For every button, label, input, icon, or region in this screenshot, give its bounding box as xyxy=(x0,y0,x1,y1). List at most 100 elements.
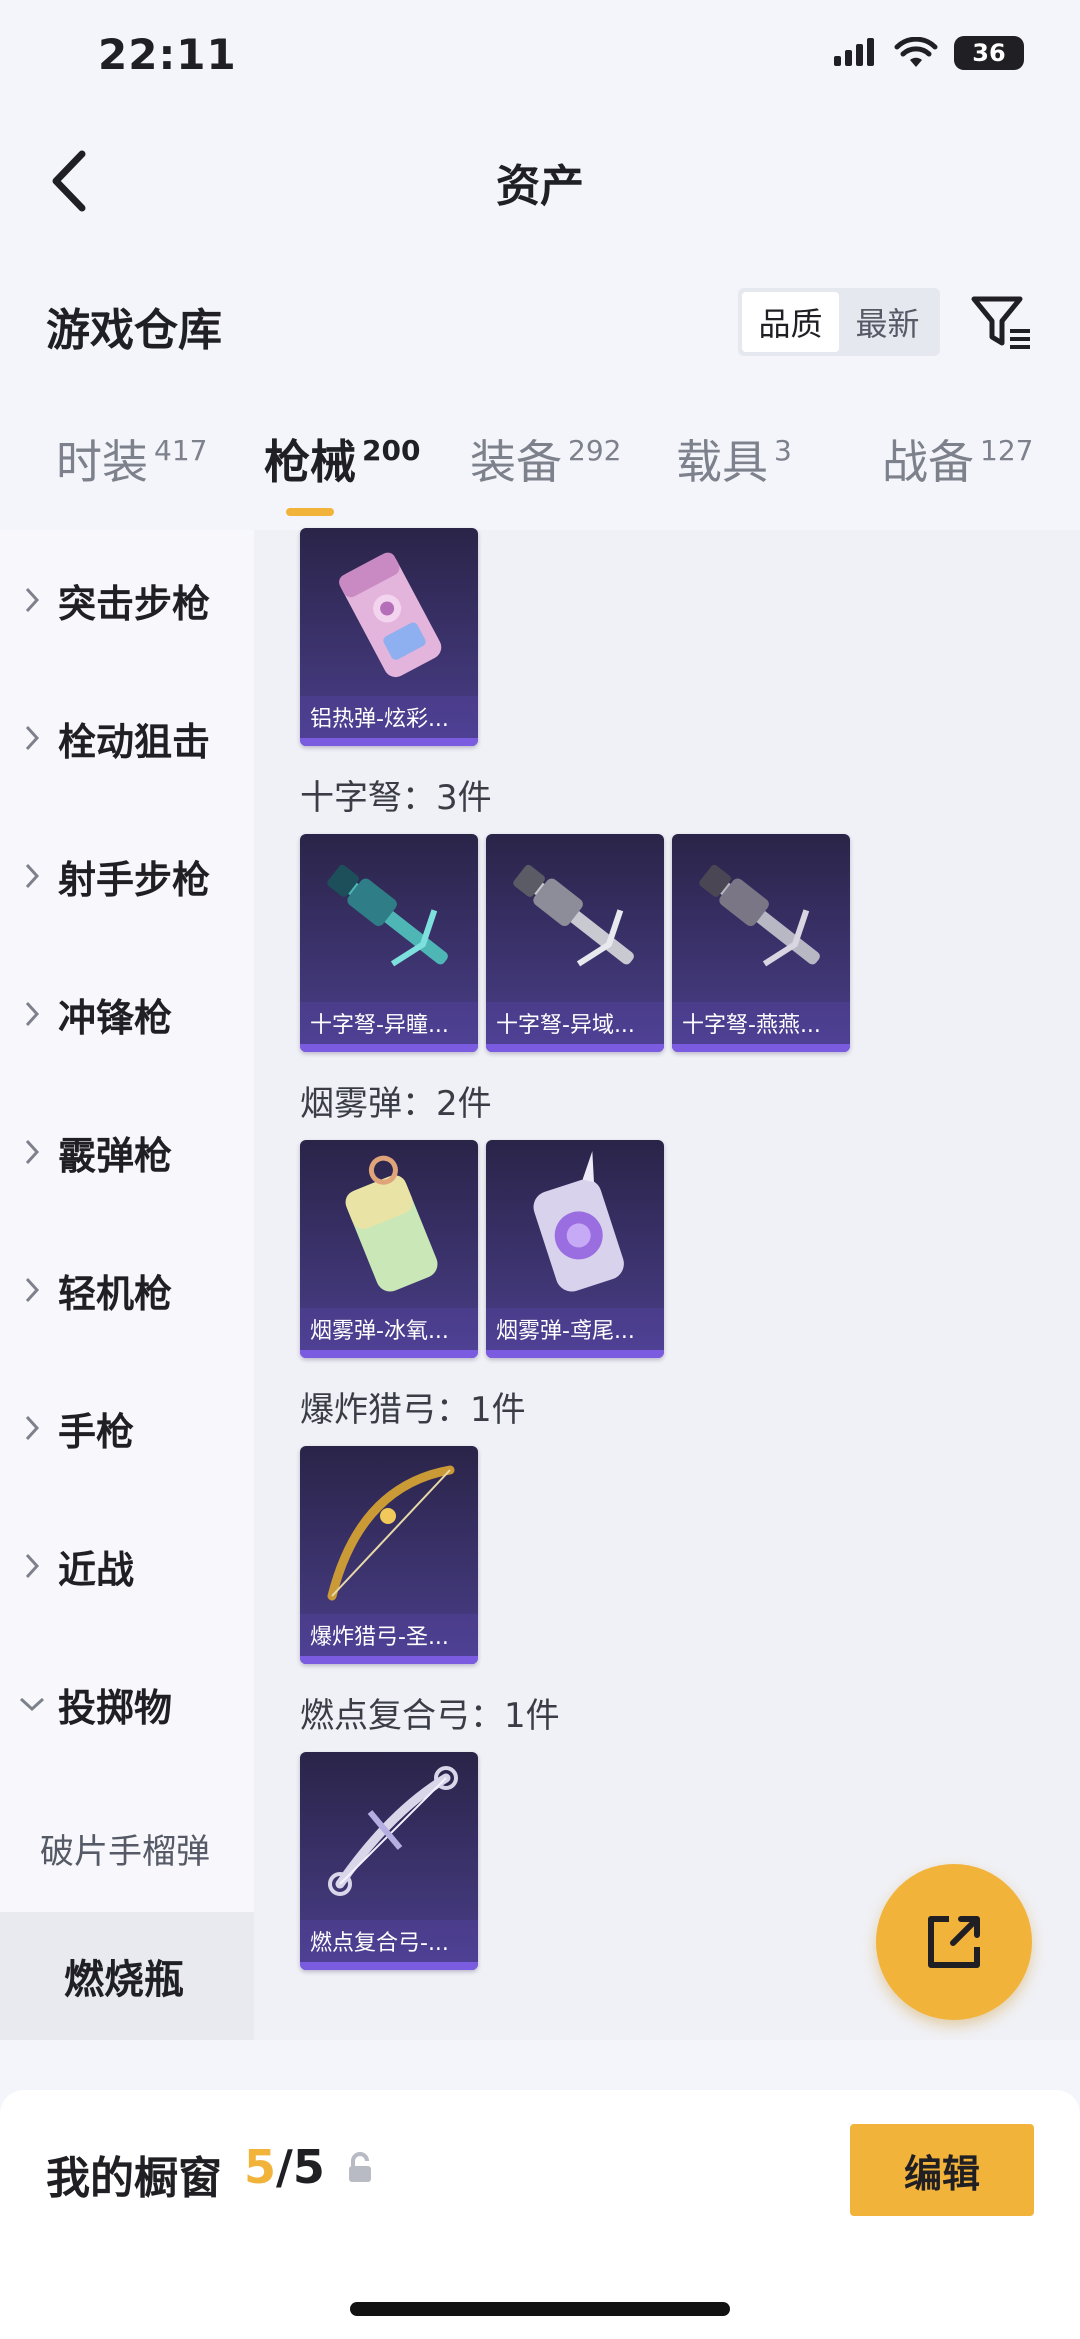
sidebar-item-label: 霰弹枪 xyxy=(58,1133,173,1178)
tab-label: 战备 xyxy=(882,435,974,489)
tab-label: 时装 xyxy=(56,435,148,489)
sidebar-item-bolt-sniper[interactable]: 栓动狙击 xyxy=(0,678,254,798)
chevron-right-icon xyxy=(25,1277,40,1303)
sort-latest-button[interactable]: 最新 xyxy=(839,292,936,352)
sidebar-item-lmg[interactable]: 轻机枪 xyxy=(0,1230,254,1350)
sidebar-item-marksman-rifle[interactable]: 射手步枪 xyxy=(0,816,254,936)
lock-icon xyxy=(349,2152,371,2182)
chevron-right-icon xyxy=(25,1139,40,1165)
smoke-grenade-icon xyxy=(345,1155,438,1292)
chevron-right-icon xyxy=(25,1553,40,1579)
tab-equipment[interactable]: 装备 292 xyxy=(470,426,621,530)
tab-vehicles[interactable]: 载具 3 xyxy=(676,426,792,530)
tab-fashion[interactable]: 时装 417 xyxy=(56,426,207,530)
tab-label: 装备 xyxy=(470,435,562,489)
showcase-count: 5/5 xyxy=(244,2140,325,2194)
sidebar-item-pistol[interactable]: 手枪 xyxy=(0,1368,254,1488)
category-tabs: 时装 417 枪械 200 装备 292 载具 3 战备 127 xyxy=(0,426,1080,530)
item-card-label: 烟雾弹-冰氧... xyxy=(300,1308,478,1350)
sidebar-item-label: 近战 xyxy=(58,1547,135,1592)
item-card-label: 十字弩-异瞳... xyxy=(300,1002,478,1044)
sidebar-item-throwables[interactable]: 投掷物 xyxy=(0,1644,254,1764)
group-title: 十字弩：3件 xyxy=(300,778,492,818)
tab-label: 载具 xyxy=(676,435,768,489)
item-card[interactable]: 烟雾弹-鸢尾... xyxy=(486,1140,664,1358)
item-grid: 铝热弹-炫彩... 十字弩：3件 十字弩-异瞳... 十字弩-异域... 十字弩… xyxy=(254,528,1080,2040)
item-card[interactable]: 铝热弹-炫彩... xyxy=(300,528,478,746)
tab-tactical[interactable]: 战备 127 xyxy=(882,426,1033,530)
tab-firearms[interactable]: 枪械 200 xyxy=(264,426,420,530)
tab-count: 127 xyxy=(980,434,1034,467)
tab-label: 枪械 xyxy=(264,435,356,489)
sidebar-item-label: 手枪 xyxy=(58,1409,135,1454)
battery-icon: 36 xyxy=(954,36,1024,70)
tab-count: 200 xyxy=(362,434,421,467)
warehouse-title: 游戏仓库 xyxy=(46,305,222,356)
chevron-right-icon xyxy=(25,725,40,751)
status-bar: 22:11 36 xyxy=(0,0,1080,120)
nav-bar: 资产 xyxy=(0,120,1080,240)
showcase-label: 我的橱窗 xyxy=(46,2153,222,2204)
sidebar-item-assault-rifle[interactable]: 突击步枪 xyxy=(0,540,254,660)
item-card-label: 十字弩-异域... xyxy=(486,1002,664,1044)
chevron-right-icon xyxy=(25,1001,40,1027)
item-card[interactable]: 十字弩-燕燕... xyxy=(672,834,850,1052)
chevron-down-icon xyxy=(19,1697,45,1712)
showcase-total: /5 xyxy=(276,2140,325,2194)
share-icon xyxy=(928,1916,980,1968)
category-sidebar: 突击步枪 栓动狙击 射手步枪 冲锋枪 霰弹枪 轻机枪 手枪 近战 投掷物 破片手… xyxy=(0,530,254,2040)
sidebar-item-label: 突击步枪 xyxy=(58,581,211,626)
sidebar-item-label: 栓动狙击 xyxy=(58,719,211,764)
chevron-right-icon xyxy=(25,587,40,613)
chevron-right-icon xyxy=(25,863,40,889)
item-card[interactable]: 燃点复合弓-... xyxy=(300,1752,478,1970)
sidebar-item-label: 射手步枪 xyxy=(58,857,211,902)
showcase-bar: 我的橱窗 5/5 编辑 xyxy=(0,2090,1080,2339)
item-card-label: 爆炸猎弓-圣... xyxy=(300,1614,478,1656)
home-indicator xyxy=(350,2302,730,2316)
item-card-label: 铝热弹-炫彩... xyxy=(300,696,478,738)
tab-count: 417 xyxy=(154,434,208,467)
signal-icon xyxy=(834,38,874,66)
filter-button[interactable] xyxy=(966,288,1036,358)
chevron-right-icon xyxy=(25,1415,40,1441)
item-card[interactable]: 爆炸猎弓-圣... xyxy=(300,1446,478,1664)
edit-button[interactable]: 编辑 xyxy=(850,2124,1034,2216)
crossbow-icon xyxy=(699,864,820,967)
status-icons: 36 xyxy=(832,36,1024,70)
sort-quality-button[interactable]: 品质 xyxy=(742,292,839,352)
share-button[interactable] xyxy=(876,1864,1032,2020)
sidebar-item-shotgun[interactable]: 霰弹枪 xyxy=(0,1092,254,1212)
sidebar-item-label: 轻机枪 xyxy=(58,1271,173,1316)
item-card[interactable]: 十字弩-异瞳... xyxy=(300,834,478,1052)
item-card-label: 十字弩-燕燕... xyxy=(672,1002,850,1044)
sidebar-item-melee[interactable]: 近战 xyxy=(0,1506,254,1626)
wifi-icon xyxy=(894,37,938,67)
sidebar-subitem-frag-grenade[interactable]: 破片手榴弹 xyxy=(40,1824,210,1873)
bow-icon xyxy=(327,1465,455,1601)
sidebar-subitem-molotov[interactable]: 燃烧瓶 xyxy=(0,1912,254,2040)
filter-icon xyxy=(971,296,1030,349)
sort-toggle: 品质 最新 xyxy=(738,288,940,356)
status-time: 22:11 xyxy=(98,30,237,79)
group-title: 燃点复合弓：1件 xyxy=(300,1696,560,1736)
active-tab-indicator xyxy=(286,508,334,516)
showcase-current: 5 xyxy=(244,2140,277,2194)
sidebar-item-label: 冲锋枪 xyxy=(58,995,173,1040)
sidebar-item-label: 投掷物 xyxy=(58,1685,173,1730)
item-card[interactable]: 十字弩-异域... xyxy=(486,834,664,1052)
item-card[interactable]: 烟雾弹-冰氧... xyxy=(300,1140,478,1358)
group-title: 爆炸猎弓：1件 xyxy=(300,1390,526,1430)
page-title: 资产 xyxy=(496,161,584,212)
crossbow-icon xyxy=(327,864,448,967)
tab-count: 3 xyxy=(774,434,792,467)
group-title: 烟雾弹：2件 xyxy=(300,1084,492,1124)
crossbow-icon xyxy=(513,864,634,967)
item-card-label: 燃点复合弓-... xyxy=(300,1920,478,1962)
thermite-grenade-icon xyxy=(339,552,442,678)
item-card-label: 烟雾弹-鸢尾... xyxy=(486,1308,664,1350)
tab-count: 292 xyxy=(568,434,622,467)
smoke-grenade-icon xyxy=(533,1151,624,1292)
compound-bow-icon xyxy=(328,1766,458,1896)
sidebar-item-smg[interactable]: 冲锋枪 xyxy=(0,954,254,1074)
